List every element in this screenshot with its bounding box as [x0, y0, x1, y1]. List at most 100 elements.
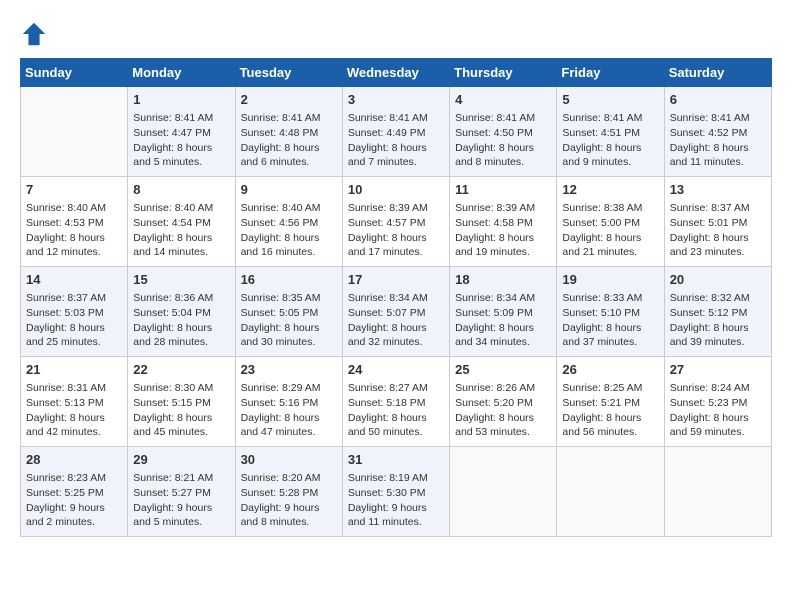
- day-number: 12: [562, 181, 658, 199]
- day-number: 18: [455, 271, 551, 289]
- day-number: 9: [241, 181, 337, 199]
- day-info: Sunrise: 8:39 AM Sunset: 4:58 PM Dayligh…: [455, 201, 551, 260]
- calendar-cell: 23 Sunrise: 8:29 AM Sunset: 5:16 PM Dayli…: [235, 357, 342, 447]
- calendar-week-1: 1 Sunrise: 8:41 AM Sunset: 4:47 PM Daylig…: [21, 87, 772, 177]
- page-header: [20, 20, 772, 48]
- day-number: 1: [133, 91, 229, 109]
- day-header-thursday: Thursday: [450, 59, 557, 87]
- day-number: 14: [26, 271, 122, 289]
- calendar-week-4: 21Sunrise: 8:31 AM Sunset: 5:13 PM Dayli…: [21, 357, 772, 447]
- day-number: 21: [26, 361, 122, 379]
- calendar-week-5: 28 Sunrise: 8:23 AM Sunset: 5:25 PM Dayli…: [21, 447, 772, 537]
- day-number: 23: [241, 361, 337, 379]
- calendar-cell: 4Sunrise: 8:41 AM Sunset: 4:50 PM Daylig…: [450, 87, 557, 177]
- day-info: Sunrise: 8:37 AM Sunset: 5:01 PM Dayligh…: [670, 201, 766, 260]
- day-info: Sunrise: 8:29 AM Sunset: 5:16 PM Dayligh…: [241, 381, 337, 440]
- day-header-tuesday: Tuesday: [235, 59, 342, 87]
- day-info: Sunrise: 8:21 AM Sunset: 5:27 PM Dayligh…: [133, 471, 229, 530]
- day-number: 24: [348, 361, 444, 379]
- day-info: Sunrise: 8:34 AM Sunset: 5:07 PM Dayligh…: [348, 291, 444, 350]
- logo-icon: [20, 20, 48, 48]
- day-number: 20: [670, 271, 766, 289]
- calendar-cell: 13 Sunrise: 8:37 AM Sunset: 5:01 PM Dayli…: [664, 177, 771, 267]
- calendar-cell: 1 Sunrise: 8:41 AM Sunset: 4:47 PM Daylig…: [128, 87, 235, 177]
- day-header-wednesday: Wednesday: [342, 59, 449, 87]
- day-info: Sunrise: 8:24 AM Sunset: 5:23 PM Dayligh…: [670, 381, 766, 440]
- day-info: Sunrise: 8:40 AM Sunset: 4:53 PM Dayligh…: [26, 201, 122, 260]
- calendar-cell: 11 Sunrise: 8:39 AM Sunset: 4:58 PM Dayli…: [450, 177, 557, 267]
- calendar-cell: 5 Sunrise: 8:41 AM Sunset: 4:51 PM Daylig…: [557, 87, 664, 177]
- day-number: 3: [348, 91, 444, 109]
- calendar-cell: 9 Sunrise: 8:40 AM Sunset: 4:56 PM Daylig…: [235, 177, 342, 267]
- calendar-cell: 12 Sunrise: 8:38 AM Sunset: 5:00 PM Dayli…: [557, 177, 664, 267]
- logo: [20, 20, 52, 48]
- day-number: 22: [133, 361, 229, 379]
- day-info: Sunrise: 8:20 AM Sunset: 5:28 PM Dayligh…: [241, 471, 337, 530]
- day-info: Sunrise: 8:19 AM Sunset: 5:30 PM Dayligh…: [348, 471, 444, 530]
- day-number: 29: [133, 451, 229, 469]
- calendar-cell: 28 Sunrise: 8:23 AM Sunset: 5:25 PM Dayli…: [21, 447, 128, 537]
- day-info: Sunrise: 8:35 AM Sunset: 5:05 PM Dayligh…: [241, 291, 337, 350]
- calendar-cell: 22 Sunrise: 8:30 AM Sunset: 5:15 PM Dayli…: [128, 357, 235, 447]
- day-number: 6: [670, 91, 766, 109]
- calendar-cell: 30 Sunrise: 8:20 AM Sunset: 5:28 PM Dayli…: [235, 447, 342, 537]
- calendar-week-2: 7Sunrise: 8:40 AM Sunset: 4:53 PM Daylig…: [21, 177, 772, 267]
- day-info: Sunrise: 8:41 AM Sunset: 4:47 PM Dayligh…: [133, 111, 229, 170]
- calendar-cell: 15 Sunrise: 8:36 AM Sunset: 5:04 PM Dayli…: [128, 267, 235, 357]
- day-number: 28: [26, 451, 122, 469]
- calendar-cell: 24 Sunrise: 8:27 AM Sunset: 5:18 PM Dayli…: [342, 357, 449, 447]
- calendar-cell: 7Sunrise: 8:40 AM Sunset: 4:53 PM Daylig…: [21, 177, 128, 267]
- day-number: 4: [455, 91, 551, 109]
- day-info: Sunrise: 8:40 AM Sunset: 4:54 PM Dayligh…: [133, 201, 229, 260]
- day-info: Sunrise: 8:41 AM Sunset: 4:51 PM Dayligh…: [562, 111, 658, 170]
- day-number: 16: [241, 271, 337, 289]
- calendar-week-3: 14 Sunrise: 8:37 AM Sunset: 5:03 PM Dayli…: [21, 267, 772, 357]
- day-info: Sunrise: 8:27 AM Sunset: 5:18 PM Dayligh…: [348, 381, 444, 440]
- calendar-cell: [450, 447, 557, 537]
- calendar-cell: 27Sunrise: 8:24 AM Sunset: 5:23 PM Dayli…: [664, 357, 771, 447]
- calendar-cell: [21, 87, 128, 177]
- day-info: Sunrise: 8:40 AM Sunset: 4:56 PM Dayligh…: [241, 201, 337, 260]
- day-number: 8: [133, 181, 229, 199]
- day-info: Sunrise: 8:23 AM Sunset: 5:25 PM Dayligh…: [26, 471, 122, 530]
- calendar-cell: 2Sunrise: 8:41 AM Sunset: 4:48 PM Daylig…: [235, 87, 342, 177]
- day-info: Sunrise: 8:36 AM Sunset: 5:04 PM Dayligh…: [133, 291, 229, 350]
- calendar-table: SundayMondayTuesdayWednesdayThursdayFrid…: [20, 58, 772, 537]
- day-info: Sunrise: 8:41 AM Sunset: 4:49 PM Dayligh…: [348, 111, 444, 170]
- day-header-sunday: Sunday: [21, 59, 128, 87]
- day-number: 25: [455, 361, 551, 379]
- day-number: 17: [348, 271, 444, 289]
- day-info: Sunrise: 8:32 AM Sunset: 5:12 PM Dayligh…: [670, 291, 766, 350]
- day-info: Sunrise: 8:26 AM Sunset: 5:20 PM Dayligh…: [455, 381, 551, 440]
- calendar-cell: 8 Sunrise: 8:40 AM Sunset: 4:54 PM Daylig…: [128, 177, 235, 267]
- calendar-cell: 19 Sunrise: 8:33 AM Sunset: 5:10 PM Dayli…: [557, 267, 664, 357]
- calendar-cell: 17 Sunrise: 8:34 AM Sunset: 5:07 PM Dayli…: [342, 267, 449, 357]
- day-header-monday: Monday: [128, 59, 235, 87]
- day-number: 30: [241, 451, 337, 469]
- day-number: 19: [562, 271, 658, 289]
- calendar-cell: [557, 447, 664, 537]
- day-info: Sunrise: 8:41 AM Sunset: 4:52 PM Dayligh…: [670, 111, 766, 170]
- day-info: Sunrise: 8:37 AM Sunset: 5:03 PM Dayligh…: [26, 291, 122, 350]
- day-number: 11: [455, 181, 551, 199]
- day-number: 13: [670, 181, 766, 199]
- calendar-header-row: SundayMondayTuesdayWednesdayThursdayFrid…: [21, 59, 772, 87]
- calendar-cell: 10Sunrise: 8:39 AM Sunset: 4:57 PM Dayli…: [342, 177, 449, 267]
- day-info: Sunrise: 8:30 AM Sunset: 5:15 PM Dayligh…: [133, 381, 229, 440]
- day-info: Sunrise: 8:38 AM Sunset: 5:00 PM Dayligh…: [562, 201, 658, 260]
- calendar-cell: 16 Sunrise: 8:35 AM Sunset: 5:05 PM Dayli…: [235, 267, 342, 357]
- calendar-cell: 26Sunrise: 8:25 AM Sunset: 5:21 PM Dayli…: [557, 357, 664, 447]
- day-info: Sunrise: 8:33 AM Sunset: 5:10 PM Dayligh…: [562, 291, 658, 350]
- day-number: 2: [241, 91, 337, 109]
- day-number: 5: [562, 91, 658, 109]
- calendar-cell: 29 Sunrise: 8:21 AM Sunset: 5:27 PM Dayli…: [128, 447, 235, 537]
- day-info: Sunrise: 8:34 AM Sunset: 5:09 PM Dayligh…: [455, 291, 551, 350]
- day-number: 15: [133, 271, 229, 289]
- calendar-cell: 21Sunrise: 8:31 AM Sunset: 5:13 PM Dayli…: [21, 357, 128, 447]
- calendar-cell: 20 Sunrise: 8:32 AM Sunset: 5:12 PM Dayli…: [664, 267, 771, 357]
- calendar-cell: 14 Sunrise: 8:37 AM Sunset: 5:03 PM Dayli…: [21, 267, 128, 357]
- calendar-cell: 25 Sunrise: 8:26 AM Sunset: 5:20 PM Dayli…: [450, 357, 557, 447]
- calendar-cell: 18 Sunrise: 8:34 AM Sunset: 5:09 PM Dayli…: [450, 267, 557, 357]
- calendar-cell: 6 Sunrise: 8:41 AM Sunset: 4:52 PM Daylig…: [664, 87, 771, 177]
- calendar-cell: 31Sunrise: 8:19 AM Sunset: 5:30 PM Dayli…: [342, 447, 449, 537]
